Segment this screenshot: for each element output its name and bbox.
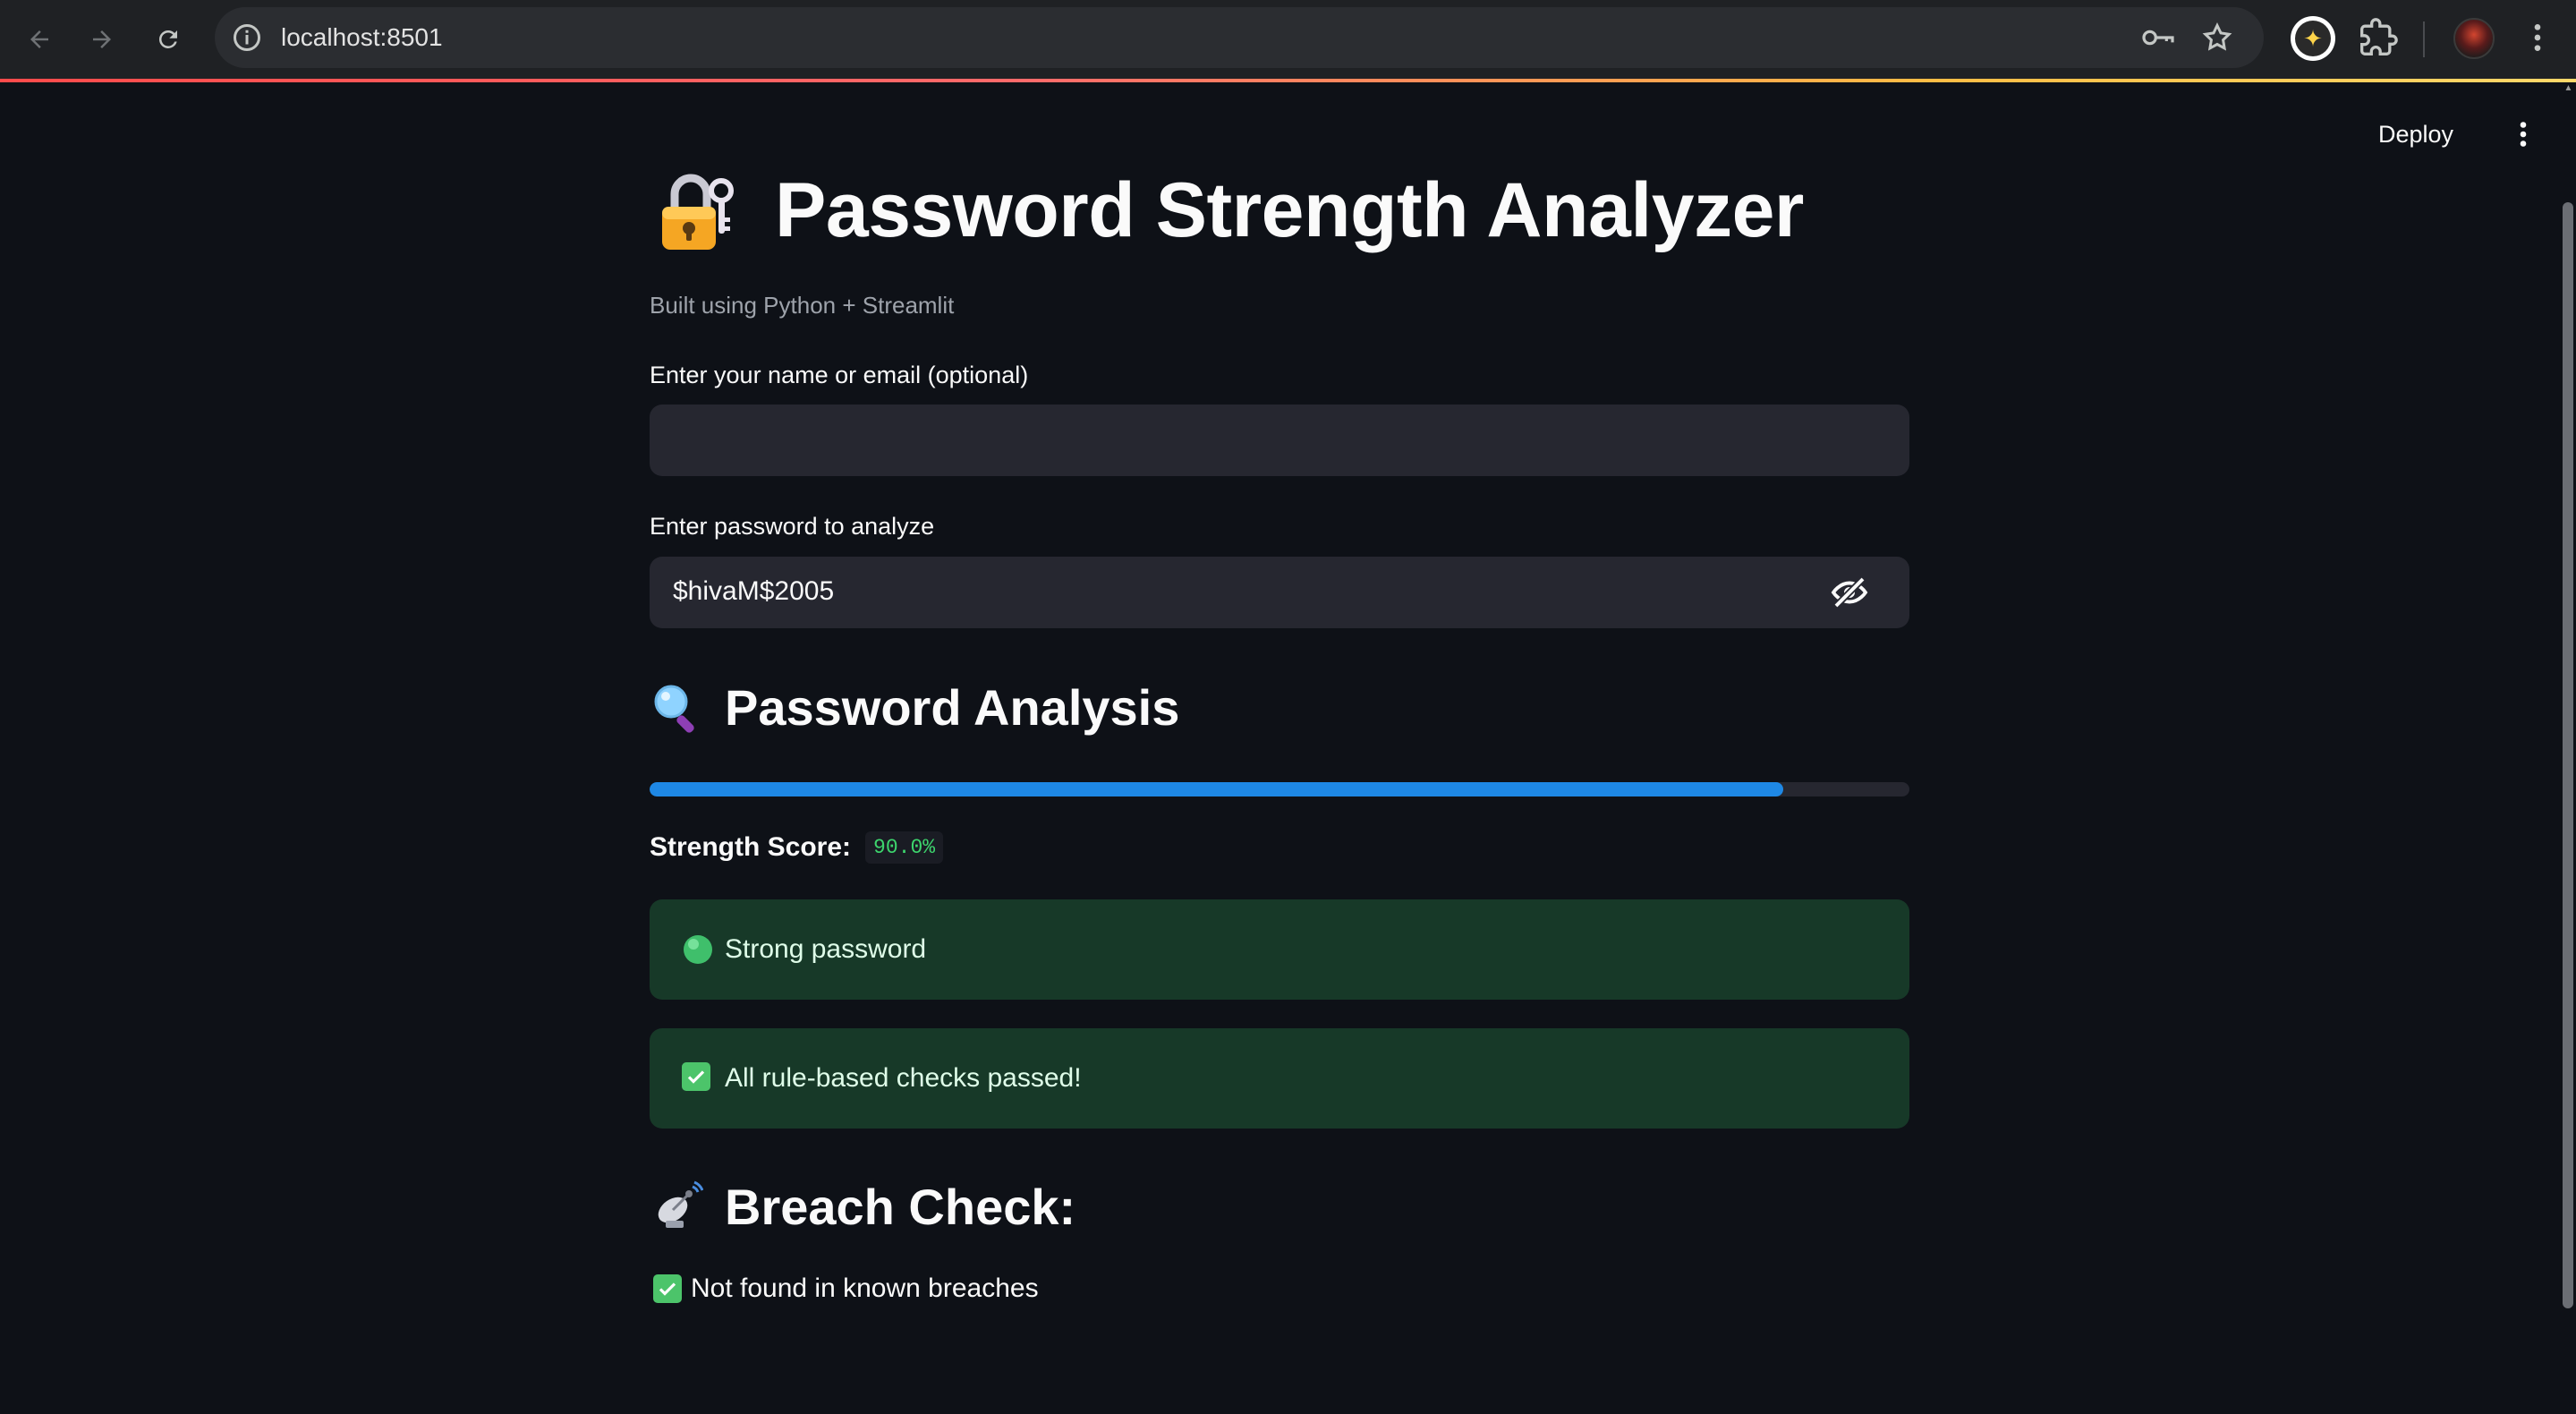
header-decoration-line	[0, 79, 2576, 82]
breach-heading: Breach Check:	[725, 1178, 1076, 1235]
address-bar[interactable]: localhost:8501	[215, 7, 2264, 68]
eye-slash-icon[interactable]	[1831, 576, 1868, 613]
strength-message: Strong password	[725, 934, 927, 964]
scroll-up-arrow-icon[interactable]: ▲	[2561, 82, 2576, 95]
strength-progress-fill	[650, 782, 1784, 796]
deploy-button[interactable]: Deploy	[2378, 115, 2453, 154]
rules-message: All rule-based checks passed!	[725, 1063, 1082, 1093]
lock-with-key-icon	[650, 166, 739, 255]
extensions-puzzle-icon[interactable]	[2359, 18, 2398, 62]
magnifying-glass-icon	[650, 680, 703, 734]
breach-result-text: Not found in known breaches	[691, 1273, 1039, 1303]
scrollbar-thumb[interactable]	[2563, 202, 2573, 1308]
green-circle-icon	[682, 933, 714, 966]
analysis-heading-row: Password Analysis	[650, 676, 1179, 738]
profile-avatar[interactable]	[2453, 18, 2495, 59]
satellite-antenna-icon	[650, 1180, 704, 1233]
analysis-heading: Password Analysis	[725, 678, 1180, 736]
strength-progress-bar	[650, 782, 1909, 796]
strength-score-value: 90.0%	[865, 831, 944, 864]
page-title-row: Password Strength Analyzer	[650, 161, 1804, 260]
reload-icon[interactable]	[147, 18, 190, 61]
toolbar-divider	[2423, 21, 2425, 57]
browser-menu-icon[interactable]	[2520, 18, 2555, 62]
check-mark-button-icon	[682, 1062, 714, 1095]
password-field-label: Enter password to analyze	[650, 513, 935, 540]
password-value: $hivaM$2005	[673, 576, 835, 606]
check-mark-button-icon	[653, 1274, 682, 1303]
site-info-icon[interactable]	[231, 21, 263, 54]
page-title: Password Strength Analyzer	[775, 166, 1804, 253]
vertical-dots-icon[interactable]	[2505, 115, 2541, 154]
password-input[interactable]: $hivaM$2005	[650, 557, 1909, 628]
strength-score-row: Strength Score: 90.0%	[650, 829, 944, 866]
rules-alert: All rule-based checks passed!	[650, 1028, 1909, 1129]
password-key-icon[interactable]	[2140, 23, 2176, 56]
breach-heading-row: Breach Check:	[650, 1175, 1075, 1238]
back-arrow-icon[interactable]	[18, 18, 61, 61]
page-caption: Built using Python + Streamlit	[650, 292, 955, 319]
browser-toolbar: localhost:8501 ✦	[0, 0, 2576, 79]
name-field-label: Enter your name or email (optional)	[650, 362, 1029, 388]
gemini-extension-icon[interactable]: ✦	[2291, 16, 2335, 61]
strength-score-label: Strength Score:	[650, 832, 852, 862]
url-text[interactable]: localhost:8501	[281, 23, 443, 52]
forward-arrow-icon[interactable]	[81, 18, 123, 61]
breach-result-row: Not found in known breaches	[653, 1271, 1039, 1307]
bookmark-star-icon[interactable]	[2201, 21, 2233, 58]
strength-alert: Strong password	[650, 899, 1909, 1000]
name-email-input[interactable]	[650, 405, 1909, 476]
